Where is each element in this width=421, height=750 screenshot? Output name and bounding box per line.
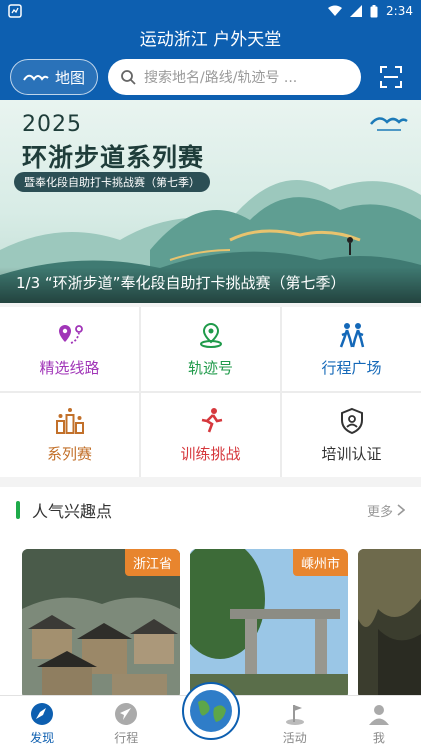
feature-grid: 精选线路 轨迹号 行程广场 系列赛 训练挑战 培训认证 [0,307,421,477]
globe-center-button[interactable] [182,682,240,740]
poi-region-tag: 浙江省 [124,549,180,576]
search-box[interactable]: 搜索地名/路线/轨迹号 ... [108,59,361,95]
nav-activities[interactable]: 活动 [253,696,337,750]
app-title: 运动浙江 户外天堂 [139,30,282,50]
scan-icon [380,66,402,88]
poi-card[interactable]: 嵊州市 [190,549,348,699]
poi-region-tag: 嵊州市 [292,549,348,576]
menu-item-track-number[interactable]: 轨迹号 [141,307,280,391]
cave-photo [358,549,421,699]
promo-banner[interactable]: 2025 环浙步道系列赛 暨奉化段自助打卡挑战赛（第七季） 1/3 “环浙步道”… [0,100,421,303]
menu-item-series[interactable]: 系列赛 [0,393,139,477]
menu-label: 系列赛 [46,444,92,463]
route-pin-icon [58,324,83,344]
menu-item-featured-routes[interactable]: 精选线路 [0,307,139,391]
user-icon [368,705,389,725]
banner-year: 2025 [22,112,82,137]
event-logo-icon [370,117,408,131]
flag-icon [285,705,304,725]
menu-label: 训练挑战 [180,444,241,463]
menu-item-certification[interactable]: 培训认证 [282,393,421,477]
poi-cards: 浙江省 嵊州市 [0,533,421,703]
runner-icon [201,407,222,432]
notification-icon [8,4,22,18]
menu-label: 精选线路 [39,358,100,377]
banner-title: 环浙步道系列赛 [22,143,205,172]
more-link[interactable]: 更多 [367,501,405,520]
search-placeholder: 搜索地名/路线/轨迹号 ... [144,70,298,86]
section-title: 人气兴趣点 [32,502,113,521]
banner-caption-bar: 1/3 “环浙步道”奉化段自助打卡挑战赛（第七季） [0,267,421,303]
podium-icon [55,407,84,434]
nav-label: 我 [372,731,385,745]
chevron-right-icon [397,504,405,516]
banner-caption: 1/3 “环浙步道”奉化段自助打卡挑战赛（第七季） [16,274,346,292]
discover-icon [31,703,54,725]
nav-discover[interactable]: 发现 [0,696,84,750]
wave-logo-icon [23,74,49,81]
nav-me[interactable]: 我 [337,696,421,750]
track-pin-icon [199,322,222,348]
map-label: 地图 [54,68,85,87]
nav-label: 发现 [30,731,55,745]
menu-label: 轨迹号 [187,358,233,377]
section-header: 人气兴趣点 更多 [0,487,421,533]
badge-icon [340,407,363,434]
poi-card[interactable] [358,549,421,699]
navigate-arrow-icon [115,703,138,725]
menu-item-training[interactable]: 训练挑战 [141,393,280,477]
poi-card[interactable]: 浙江省 [22,549,180,699]
nav-label: 行程 [114,731,139,745]
nav-trips[interactable]: 行程 [84,696,168,750]
globe-icon [190,690,232,732]
more-label: 更多 [366,504,393,520]
section-accent-bar [16,501,20,519]
nav-label: 活动 [282,731,307,745]
search-icon [121,70,136,85]
signal-icon [350,5,363,17]
status-bar: 2:34 [0,0,421,22]
wifi-icon [328,5,343,16]
menu-label: 培训认证 [321,444,382,463]
top-bar: 2:34 运动浙江 户外天堂 地图 搜索地名/路线/轨迹号 ... [0,0,421,100]
banner-subtitle: 暨奉化段自助打卡挑战赛（第七季） [14,172,210,192]
menu-label: 行程广场 [321,358,382,377]
scan-button[interactable] [371,59,411,95]
status-time: 2:34 [386,4,413,18]
menu-item-trip-plaza[interactable]: 行程广场 [282,307,421,391]
battery-icon [370,4,378,17]
hikers-icon [339,322,364,347]
map-button[interactable]: 地图 [10,59,98,95]
